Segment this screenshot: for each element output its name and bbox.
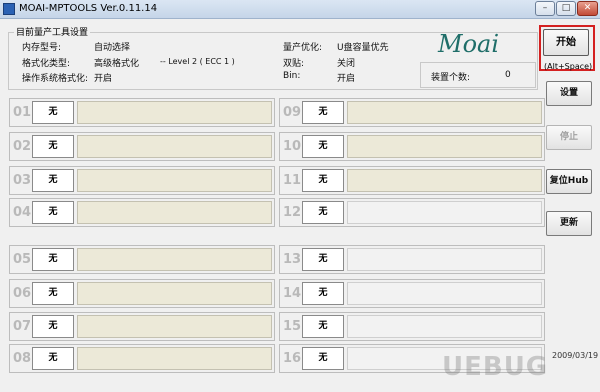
format-level: -- Level 2 ( ECC 1 ) xyxy=(160,57,235,66)
port-progress xyxy=(77,347,272,370)
dual-value: 关闭 xyxy=(337,59,356,69)
svg-text:Moai: Moai xyxy=(437,30,499,58)
port-slot: 08 无 xyxy=(9,344,275,373)
minimize-button[interactable]: – xyxy=(535,1,555,16)
port-status: 无 xyxy=(302,248,344,271)
port-progress xyxy=(347,135,542,158)
port-number: 08 xyxy=(13,351,32,366)
window-title: MOAI-MPTOOLS Ver.0.11.14 xyxy=(19,3,158,14)
port-slot: 13 无 xyxy=(279,245,545,274)
port-slot: 14 无 xyxy=(279,279,545,308)
port-slot: 07 无 xyxy=(9,312,275,341)
port-progress xyxy=(347,101,542,124)
memory-value: 自动选择 xyxy=(94,43,131,53)
port-status: 无 xyxy=(32,135,74,158)
port-progress xyxy=(347,169,542,192)
port-status: 无 xyxy=(302,315,344,338)
port-status: 无 xyxy=(32,282,74,305)
device-count-value: 0 xyxy=(505,70,511,80)
port-slot: 06 无 xyxy=(9,279,275,308)
port-number: 06 xyxy=(13,286,32,301)
port-slot: 01 无 xyxy=(9,98,275,127)
port-progress xyxy=(77,315,272,338)
port-status: 无 xyxy=(302,201,344,224)
port-slot: 09 无 xyxy=(279,98,545,127)
port-progress xyxy=(347,248,542,271)
app-icon xyxy=(3,3,15,15)
device-count-label: 装置个数: xyxy=(431,73,471,83)
stop-button[interactable]: 停止 xyxy=(546,125,592,150)
port-slot: 04 无 xyxy=(9,198,275,227)
watermark: UEBUG xyxy=(442,352,549,382)
optimize-value: U盘容量优先 xyxy=(337,43,389,53)
port-progress xyxy=(77,201,272,224)
bin-value: 开启 xyxy=(337,74,356,84)
port-slot: 05 无 xyxy=(9,245,275,274)
os-format-value: 开启 xyxy=(94,74,113,84)
port-progress xyxy=(77,282,272,305)
reset-hub-button[interactable]: 复位Hub xyxy=(546,169,592,194)
dual-label: 双贴: xyxy=(283,59,305,69)
port-status: 无 xyxy=(32,169,74,192)
port-status: 无 xyxy=(32,347,74,370)
port-number: 03 xyxy=(13,173,32,188)
update-button[interactable]: 更新 xyxy=(546,211,592,236)
start-hotkey-hint: (Alt+Space) xyxy=(544,62,593,71)
port-slot: 11 无 xyxy=(279,166,545,195)
port-number: 10 xyxy=(283,139,302,154)
os-format-label: 操作系统格式化: xyxy=(22,74,89,84)
build-date: 2009/03/19 xyxy=(552,351,599,360)
port-number: 13 xyxy=(283,252,302,267)
bin-label: Bin: xyxy=(283,71,301,81)
port-number: 02 xyxy=(13,139,32,154)
port-slot: 12 无 xyxy=(279,198,545,227)
port-number: 07 xyxy=(13,319,32,334)
maximize-button[interactable]: □ xyxy=(556,1,576,16)
port-slot: 15 无 xyxy=(279,312,545,341)
port-number: 16 xyxy=(283,351,302,366)
port-number: 04 xyxy=(13,205,32,220)
port-number: 15 xyxy=(283,319,302,334)
port-number: 09 xyxy=(283,105,302,120)
port-slot: 02 无 xyxy=(9,132,275,161)
port-progress xyxy=(77,135,272,158)
port-slot: 03 无 xyxy=(9,166,275,195)
memory-label: 内存型号: xyxy=(22,43,62,53)
format-label: 格式化类型: xyxy=(22,59,71,69)
port-progress xyxy=(77,169,272,192)
port-slot: 10 无 xyxy=(279,132,545,161)
port-status: 无 xyxy=(32,315,74,338)
port-status: 无 xyxy=(302,101,344,124)
port-progress xyxy=(77,248,272,271)
port-number: 05 xyxy=(13,252,32,267)
port-status: 无 xyxy=(32,101,74,124)
settings-button[interactable]: 设置 xyxy=(546,81,592,106)
port-progress xyxy=(347,282,542,305)
port-status: 无 xyxy=(302,282,344,305)
start-button[interactable]: 开始 xyxy=(543,29,589,56)
port-progress xyxy=(347,315,542,338)
settings-group-legend: 目前量产工具设置 xyxy=(14,25,91,38)
format-value: 高级格式化 xyxy=(94,59,140,69)
port-status: 无 xyxy=(32,201,74,224)
port-status: 无 xyxy=(302,135,344,158)
port-number: 11 xyxy=(283,173,302,188)
moai-logo: Moai xyxy=(436,30,532,58)
close-button[interactable]: ✕ xyxy=(577,1,598,16)
port-number: 01 xyxy=(13,105,32,120)
port-status: 无 xyxy=(302,347,344,370)
port-progress xyxy=(77,101,272,124)
port-status: 无 xyxy=(302,169,344,192)
port-number: 12 xyxy=(283,205,302,220)
title-bar: MOAI-MPTOOLS Ver.0.11.14 – □ ✕ xyxy=(0,0,600,19)
port-progress xyxy=(347,201,542,224)
optimize-label: 量产优化: xyxy=(283,43,323,53)
port-number: 14 xyxy=(283,286,302,301)
port-status: 无 xyxy=(32,248,74,271)
